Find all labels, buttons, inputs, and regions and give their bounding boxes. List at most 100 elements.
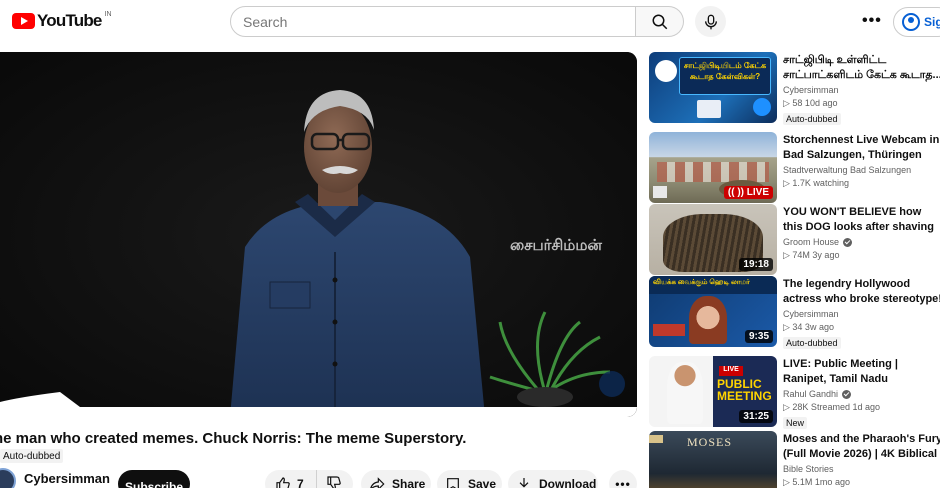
video-thumbnail[interactable]: (( )) LIVE: [649, 132, 777, 203]
recommendation-title[interactable]: YOU WON'T BELIEVE how this DOG looks aft…: [783, 205, 940, 235]
dislike-button[interactable]: [317, 475, 342, 488]
auto-dubbed-badge: Auto-dubbed: [0, 449, 64, 463]
recommendation-meta: ▷ 34 3w ago: [783, 322, 834, 332]
save-button[interactable]: Save: [437, 470, 502, 488]
recommendation-channel[interactable]: Groom House: [783, 237, 940, 247]
video-title: he man who created memes. Chuck Norris: …: [0, 430, 467, 447]
recommendation-item[interactable]: வியக்க வைக்கும் ஹெடி லாமர் 9:35 The lege…: [649, 276, 940, 351]
search-icon: [652, 14, 667, 29]
recommendation-item[interactable]: சாட்ஜிபிடியிடம் கேட்க கூடாத கேள்விகள்? ச…: [649, 52, 940, 127]
recommendation-meta: ▷ 28K Streamed 1d ago: [783, 402, 880, 412]
recommendation-info: Moses and the Pharaoh's Fury (Full Movie…: [783, 432, 940, 488]
video-watermark: சைபர்சிம்மன்: [510, 237, 602, 254]
download-label: Download: [539, 477, 597, 488]
video-thumbnail[interactable]: 19:18: [649, 204, 777, 275]
search-placeholder: Search: [243, 13, 288, 30]
recommendation-title[interactable]: LIVE: Public Meeting | Ranipet, Tamil Na…: [783, 357, 940, 387]
station-logo-icon: [653, 186, 667, 198]
recommendation-info: YOU WON'T BELIEVE how this DOG looks aft…: [783, 205, 940, 261]
recommendation-channel[interactable]: Rahul Gandhi: [783, 389, 940, 399]
recommendation-title[interactable]: சாட்ஜிபிடி உள்ளிட்ட சாட்பாட்களிடம் கேட்க…: [783, 53, 940, 83]
video-thumbnail[interactable]: சாட்ஜிபிடியிடம் கேட்க கூடாத கேள்விகள்?: [649, 52, 777, 123]
settings-menu-button[interactable]: •••: [862, 12, 882, 30]
recommendation-title[interactable]: Moses and the Pharaoh's Fury (Full Movie…: [783, 432, 940, 462]
youtube-logo[interactable]: YouTube IN: [12, 11, 112, 31]
recommendation-title[interactable]: Storchennest Live Webcam in Bad Salzunge…: [783, 133, 940, 163]
share-icon: [370, 477, 385, 488]
download-button[interactable]: Download: [508, 470, 598, 488]
sign-in-label: Sig: [924, 15, 940, 29]
live-tag: LIVE: [719, 366, 743, 376]
search-input[interactable]: Search: [230, 6, 636, 37]
town-rooftops: [657, 162, 769, 182]
search-button[interactable]: [636, 6, 684, 37]
recommendation-info: The legendry Hollywood actress who broke…: [783, 277, 940, 351]
logo-text: YouTube: [37, 11, 102, 30]
recommendation-channel[interactable]: Cybersimman: [783, 309, 940, 319]
channel-label: Bible Stories: [783, 464, 834, 474]
save-label: Save: [468, 477, 497, 488]
share-label: Share: [392, 477, 426, 488]
more-actions-button[interactable]: •••: [609, 470, 637, 488]
live-badge: (( )) LIVE: [723, 186, 773, 199]
share-button[interactable]: Share: [361, 470, 431, 488]
recommendation-info: LIVE: Public Meeting | Ranipet, Tamil Na…: [783, 357, 940, 431]
recommendation-item[interactable]: MOSES Moses and the Pharaoh's Fury (Full…: [649, 431, 940, 488]
sign-in-button[interactable]: Sig: [893, 7, 940, 37]
like-button[interactable]: 7: [265, 470, 317, 488]
recommendation-channel[interactable]: Stadtverwaltung Bad Salzungen: [783, 165, 940, 175]
thumbnail-caption: MOSES: [687, 435, 733, 449]
channel-name[interactable]: Cybersimman: [24, 471, 110, 486]
live-label: LIVE: [746, 187, 769, 198]
like-count: 7: [297, 477, 304, 488]
actress-portrait: [689, 296, 727, 344]
verified-icon: [843, 237, 853, 247]
channel-label: Cybersimman: [783, 85, 839, 95]
duration-badge: 19:18: [739, 258, 773, 271]
recommendation-item[interactable]: LIVE PUBLIC MEETING 31:25 LIVE: Public M…: [649, 356, 940, 431]
channel-avatar[interactable]: [0, 468, 16, 488]
voice-search-button[interactable]: [695, 6, 726, 37]
resolution-tag: [649, 435, 663, 443]
phone-illustration: [697, 100, 721, 118]
recommendation-meta: ▷ 74M 3y ago: [783, 250, 840, 260]
recommendation-info: Storchennest Live Webcam in Bad Salzunge…: [783, 133, 940, 189]
duration-badge: 31:25: [739, 410, 773, 423]
clock-icon: [753, 98, 771, 116]
subscribe-label: Subscribe: [124, 480, 184, 488]
region-code: IN: [104, 10, 112, 18]
save-playlist-icon: [447, 478, 459, 488]
top-bar: YouTube IN Search ••• Sig: [0, 0, 940, 44]
recommendation-title[interactable]: The legendry Hollywood actress who broke…: [783, 277, 940, 307]
duration-badge: 9:35: [744, 330, 773, 343]
recommendation-item[interactable]: (( )) LIVE Storchennest Live Webcam in B…: [649, 132, 940, 204]
caption-tag: [653, 324, 685, 336]
thumbnail-caption: சாட்ஜிபிடியிடம் கேட்க கூடாத கேள்விகள்?: [679, 57, 771, 95]
auto-dubbed-badge: Auto-dubbed: [783, 337, 841, 349]
microphone-icon: [704, 14, 717, 29]
youtube-play-icon: [12, 13, 35, 29]
channel-label: Stadtverwaltung Bad Salzungen: [783, 165, 912, 175]
video-player[interactable]: சைபர்சிம்மன்: [0, 52, 637, 417]
recommendation-info: சாட்ஜிபிடி உள்ளிட்ட சாட்பாட்களிடம் கேட்க…: [783, 53, 940, 127]
account-icon: [902, 13, 920, 31]
video-frame: [0, 52, 637, 417]
video-thumbnail[interactable]: LIVE PUBLIC MEETING 31:25: [649, 356, 777, 427]
subscribe-button[interactable]: Subscribe: [118, 470, 190, 488]
verified-icon: [842, 389, 852, 399]
video-thumbnail[interactable]: வியக்க வைக்கும் ஹெடி லாமர் 9:35: [649, 276, 777, 347]
recommendation-item[interactable]: 19:18 YOU WON'T BELIEVE how this DOG loo…: [649, 204, 940, 276]
thumbs-up-icon: [276, 477, 290, 488]
thumbnail-caption: PUBLIC MEETING: [717, 377, 772, 403]
channel-label: Rahul Gandhi: [783, 389, 839, 399]
speaker-portrait: [667, 362, 703, 424]
thumbs-down-icon: [327, 475, 341, 488]
recommendation-channel[interactable]: Bible Stories: [783, 464, 940, 474]
video-thumbnail[interactable]: MOSES: [649, 431, 777, 488]
channel-label: Cybersimman: [783, 309, 839, 319]
auto-dubbed-badge: Auto-dubbed: [783, 113, 841, 125]
recommendation-channel[interactable]: Cybersimman: [783, 85, 940, 95]
thumbnail-caption: வியக்க வைக்கும் ஹெடி லாமர்: [649, 276, 777, 294]
like-dislike-group: 7: [265, 470, 353, 488]
new-badge: New: [783, 417, 808, 429]
